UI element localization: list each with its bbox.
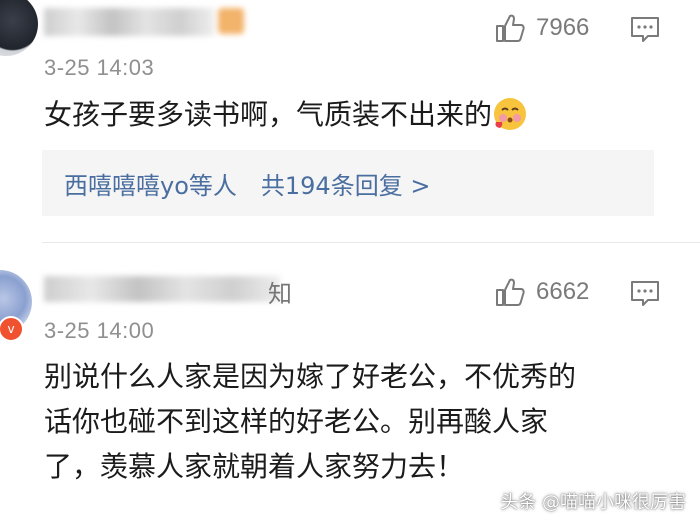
thumbs-up-icon <box>496 278 525 306</box>
comment-text-line: 话你也碰不到这样的好老公。别再酸人家 <box>44 405 549 438</box>
like-button[interactable]: 7966 <box>494 12 589 44</box>
reply-comment-icon[interactable] <box>630 280 660 308</box>
blushing-face-emoji-icon <box>492 96 528 132</box>
avatar[interactable] <box>0 0 38 56</box>
username-blurred[interactable] <box>44 8 214 36</box>
comment-text: 别说什么人家是因为嫁了好老公，不优秀的 话你也碰不到这样的好老公。别再酸人家 了… <box>44 354 576 489</box>
comment-divider <box>42 242 700 243</box>
comment-text-line: 别说什么人家是因为嫁了好老公，不优秀的 <box>44 360 577 393</box>
reply-comment-icon[interactable] <box>630 16 660 44</box>
comment-text: 女孩子要多读书啊，气质装不出来的 <box>44 92 528 137</box>
replies-summary-link[interactable]: 西嘻嘻嘻yo等人 共194条回复 > <box>42 150 654 216</box>
like-count: 7966 <box>536 14 590 41</box>
comment-text-line: 了，羡慕人家就朝着人家努力去！ <box>44 450 465 483</box>
comment-time: 3-25 14:03 <box>44 55 155 80</box>
comment-time: 3-25 14:00 <box>44 318 155 343</box>
comment-text-content: 女孩子要多读书啊，气质装不出来的 <box>44 98 493 131</box>
like-count: 6662 <box>536 278 590 305</box>
watermark: 头条 @喵喵小咪很厉害 <box>500 492 686 513</box>
reply-names: 西嘻嘻嘻yo等人 <box>64 172 237 200</box>
reply-count: 共194条回复 > <box>260 172 431 200</box>
like-button[interactable]: 6662 <box>494 276 589 308</box>
thumbs-up-icon <box>496 14 525 42</box>
verified-badge-icon: v <box>0 316 24 342</box>
replies-text: 西嘻嘻嘻yo等人 共194条回复 > <box>64 166 430 201</box>
user-badge-blurred <box>218 8 244 34</box>
username-tail: 知 <box>268 280 292 308</box>
username-blurred[interactable] <box>44 276 280 302</box>
